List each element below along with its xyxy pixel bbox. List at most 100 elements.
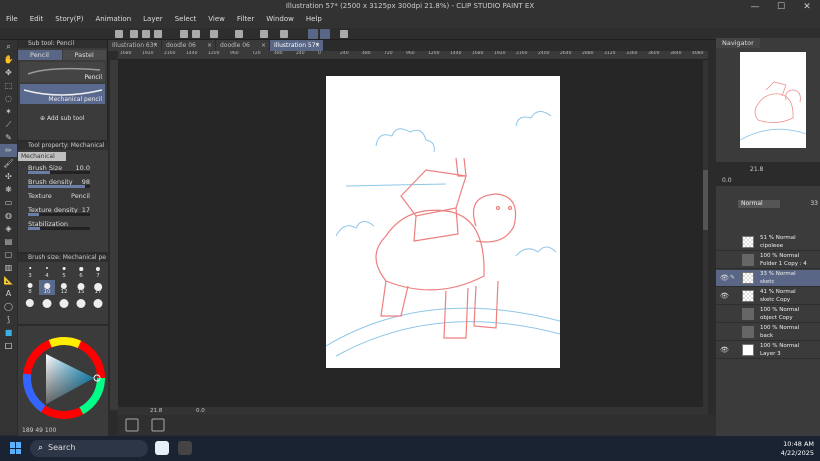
layer-row[interactable]: 👁 ✎ 33 % Normal sketc <box>716 270 820 287</box>
snap-special-icon[interactable] <box>320 29 330 39</box>
navigator-zoom-value[interactable]: 21.8 <box>750 166 763 173</box>
tool-decoration[interactable]: ❋ <box>0 183 17 196</box>
property-slider[interactable] <box>28 185 90 188</box>
property-row[interactable]: Texture Pencil <box>18 189 108 203</box>
clear-icon[interactable] <box>210 30 218 38</box>
tool-color-sub[interactable]: □ <box>0 339 17 352</box>
status-zoom[interactable]: 21.8 <box>150 408 162 414</box>
tool-gradient[interactable]: ▤ <box>0 235 17 248</box>
tool-color-main[interactable]: ■ <box>0 326 17 339</box>
eye-icon[interactable]: 👁 <box>720 346 729 354</box>
document-tab[interactable]: Illustration 57* × <box>270 40 323 51</box>
brush-size-cell[interactable]: 8 <box>22 280 38 295</box>
brush-size-cell[interactable]: 7 <box>90 264 106 279</box>
subtool-tab-pastel[interactable]: Pastel <box>62 50 106 60</box>
clip-studio-taskbar-icon[interactable] <box>155 441 169 455</box>
layer-view-icon[interactable] <box>125 418 139 432</box>
tool-hand[interactable]: ✋ <box>0 53 17 66</box>
grid-icon[interactable] <box>340 30 348 38</box>
blend-mode-select[interactable]: Normal <box>738 200 780 208</box>
deselect-icon[interactable] <box>260 30 268 38</box>
tool-zoom[interactable]: ⌕ <box>0 40 17 53</box>
brush-size-cell[interactable] <box>22 296 38 311</box>
tool-eyedropper[interactable]: ⟋ <box>0 118 17 131</box>
status-angle[interactable]: 0.0 <box>196 408 205 414</box>
tab-close-icon[interactable]: × <box>315 40 320 51</box>
taskbar-search[interactable]: ⌕ Search <box>30 440 148 457</box>
brush-size-cell[interactable]: 12 <box>56 280 72 295</box>
tool-figure[interactable]: ▢ <box>0 248 17 261</box>
minimize-button[interactable]: — <box>742 0 768 14</box>
eye-icon[interactable]: 👁 <box>720 292 729 300</box>
invert-icon[interactable] <box>280 30 288 38</box>
tool-pen[interactable]: ✎ <box>0 131 17 144</box>
menu-item-window[interactable]: Window <box>260 12 300 26</box>
brush-size-cell[interactable]: 3 <box>22 264 38 279</box>
brush-size-cell[interactable]: 10 <box>39 280 55 295</box>
scrollbar-thumb[interactable] <box>703 170 708 230</box>
menu-item-file[interactable]: File <box>0 12 24 26</box>
menu-item-animation[interactable]: Animation <box>89 12 137 26</box>
save-icon[interactable] <box>154 30 162 38</box>
brush-size-cell[interactable]: 5 <box>56 264 72 279</box>
property-row[interactable]: Texture density 17 <box>18 203 108 217</box>
property-slider[interactable] <box>28 171 90 174</box>
layer-row[interactable]: 100 % Normal object Copy <box>716 306 820 323</box>
open-icon[interactable] <box>142 30 150 38</box>
tool-move[interactable]: ✥ <box>0 66 17 79</box>
layer-row[interactable]: 👁 41 % Normal sketc Copy <box>716 288 820 305</box>
menu-item-storyp[interactable]: Story(P) <box>49 12 89 26</box>
layer-row[interactable]: 100 % Normal Folder 1 Copy : 4 <box>716 252 820 269</box>
brush-size-cell[interactable]: 17 <box>90 280 106 295</box>
tool-airbrush[interactable]: ✣ <box>0 170 17 183</box>
layer-row[interactable]: 51 % Normal cipoleee <box>716 234 820 251</box>
snap-ruler-icon[interactable] <box>308 29 318 39</box>
property-slider[interactable] <box>28 227 90 230</box>
property-row[interactable]: Brush Size 10.0 <box>18 161 108 175</box>
brush-item-mechanical-pencil[interactable]: Mechanical pencil <box>20 84 105 104</box>
canvas-paper[interactable] <box>325 76 561 368</box>
app-taskbar-icon[interactable] <box>178 441 192 455</box>
tool-balloon[interactable]: ◯ <box>0 300 17 313</box>
tool-lasso[interactable]: ◌ <box>0 92 17 105</box>
document-tab[interactable]: doodle 06 × <box>216 40 269 51</box>
canvas-area[interactable] <box>118 60 708 407</box>
document-tab[interactable]: Illustration 63* × <box>108 40 161 51</box>
layer-row[interactable]: 👁 100 % Normal Layer 3 <box>716 342 820 359</box>
brush-size-cell[interactable] <box>56 296 72 311</box>
property-row[interactable]: Brush density 98 <box>18 175 108 189</box>
transform-icon[interactable] <box>235 30 243 38</box>
brush-size-cell[interactable] <box>73 296 89 311</box>
subtool-tab-pencil[interactable]: Pencil <box>18 50 62 60</box>
system-clock[interactable]: 10:48 AM 4/22/2025 <box>781 440 814 458</box>
redo-icon[interactable] <box>192 30 200 38</box>
color-wheel[interactable] <box>18 326 108 426</box>
tool-blend[interactable]: ◍ <box>0 209 17 222</box>
eye-icon[interactable]: 👁 <box>720 274 729 282</box>
undo-icon[interactable] <box>180 30 188 38</box>
maximize-button[interactable]: ☐ <box>768 0 794 14</box>
document-tab[interactable]: doodle 06 × <box>162 40 215 51</box>
tool-fill[interactable]: ◈ <box>0 222 17 235</box>
vertical-scrollbar[interactable] <box>703 60 708 407</box>
menu-item-layer[interactable]: Layer <box>137 12 169 26</box>
menu-item-help[interactable]: Help <box>300 12 328 26</box>
brush-size-cell[interactable] <box>90 296 106 311</box>
add-subtool-button[interactable]: ⊕ Add sub tool <box>40 115 84 122</box>
property-slider[interactable] <box>28 213 90 216</box>
menu-item-select[interactable]: Select <box>169 12 203 26</box>
brush-item-pencil[interactable]: Pencil <box>20 62 105 82</box>
tool-line-fix[interactable]: ⟆ <box>0 313 17 326</box>
windows-start-icon[interactable] <box>10 442 22 454</box>
property-value[interactable]: Pencil <box>71 192 90 200</box>
tool-frame[interactable]: ▥ <box>0 261 17 274</box>
tool-ruler[interactable]: 📐 <box>0 274 17 287</box>
tool-wand[interactable]: ✶ <box>0 105 17 118</box>
app-icon[interactable] <box>115 30 123 38</box>
tool-text[interactable]: A <box>0 287 17 300</box>
brush-size-cell[interactable]: 15 <box>73 280 89 295</box>
tool-brush[interactable]: 🖌 <box>0 157 17 170</box>
tab-close-icon[interactable]: × <box>207 40 212 51</box>
tool-select[interactable]: ⬚ <box>0 79 17 92</box>
navigator-tab[interactable]: Navigator <box>716 38 760 48</box>
